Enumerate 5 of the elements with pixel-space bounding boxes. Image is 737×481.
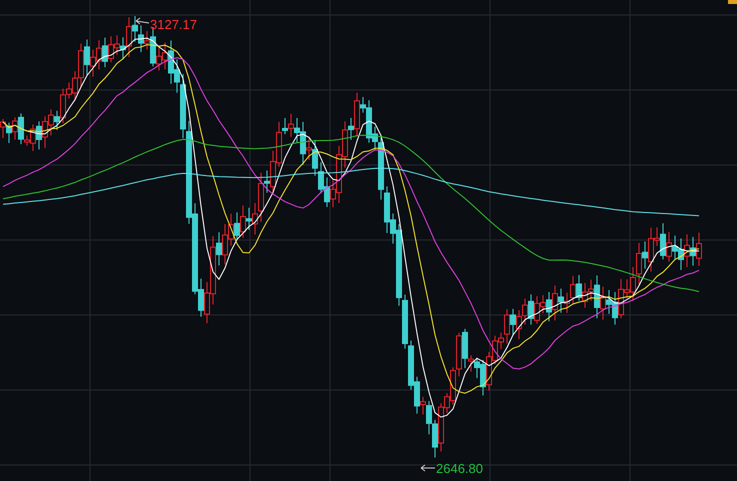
marker-icon: [728, 0, 737, 4]
arrow-icon: [420, 464, 436, 472]
high-price-label: 3127.17: [150, 17, 197, 32]
arrow-icon: [136, 18, 150, 24]
low-price-label: 2646.80: [436, 461, 483, 476]
